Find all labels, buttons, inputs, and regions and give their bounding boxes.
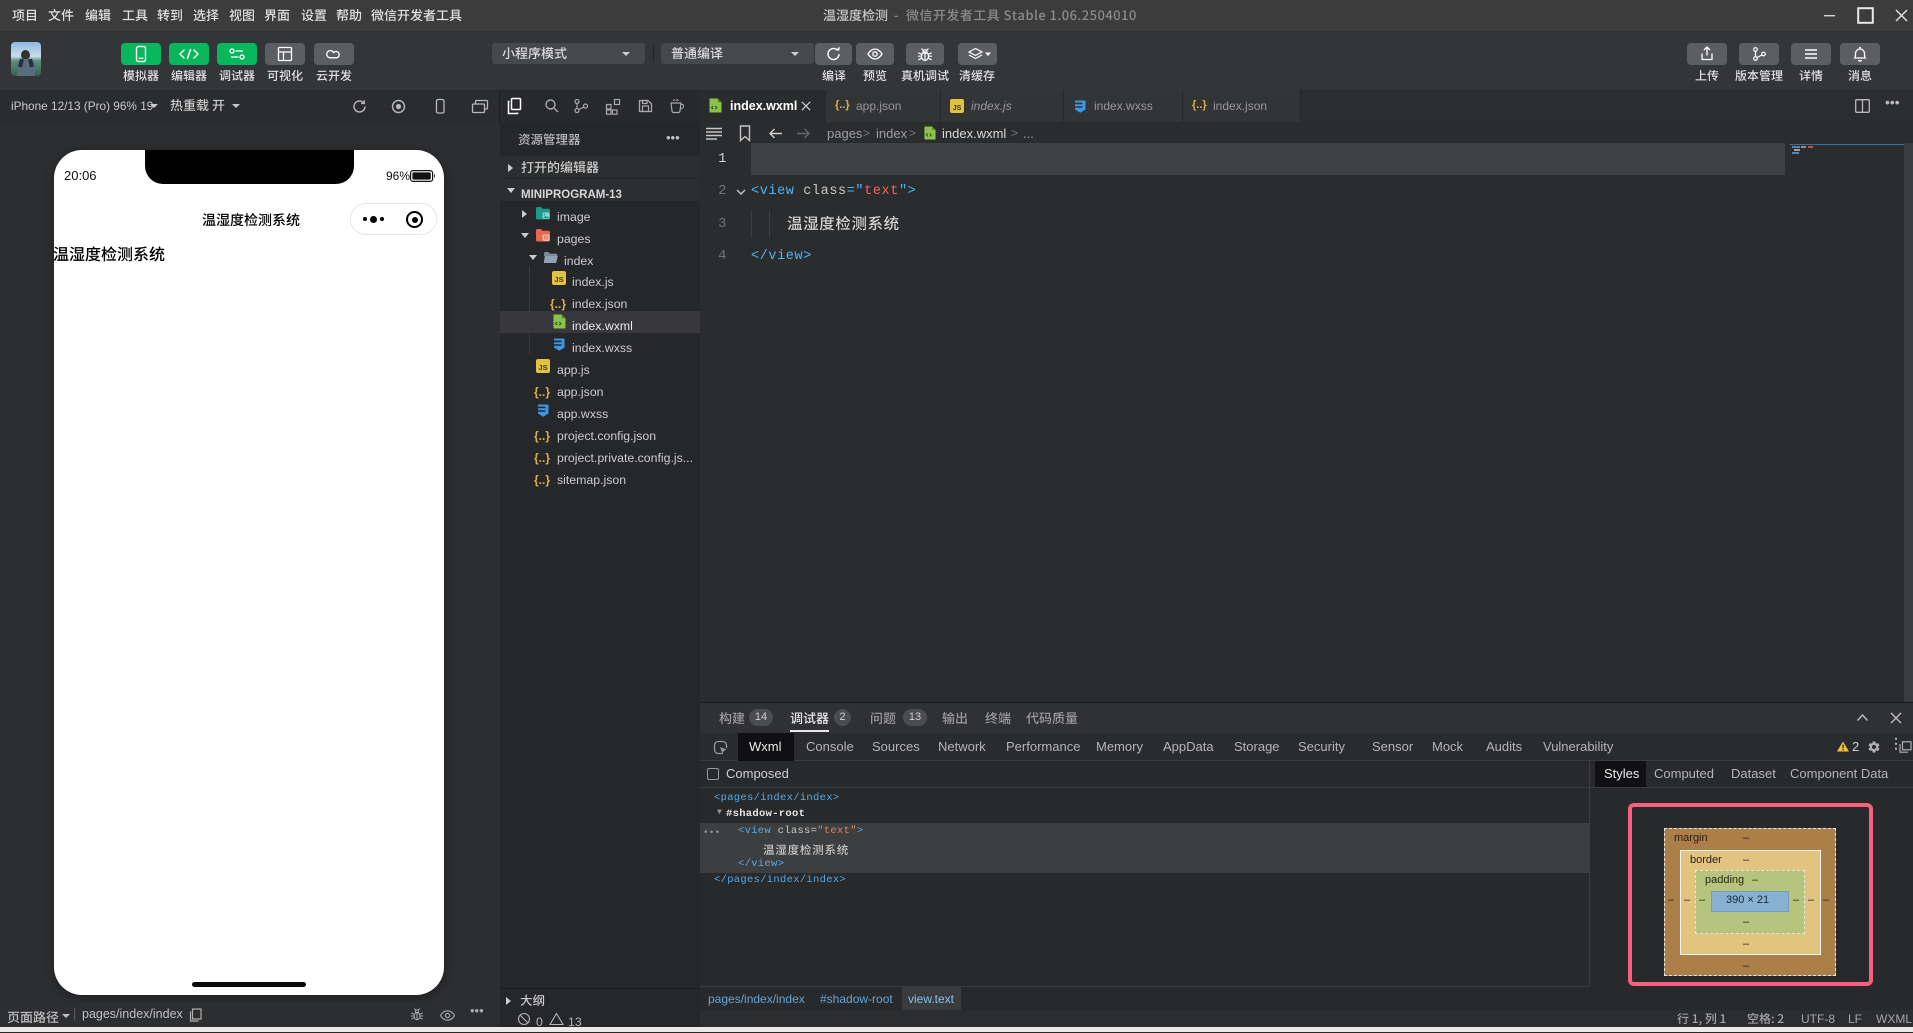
svg-text:JS: JS	[538, 363, 547, 372]
svg-text:JS: JS	[554, 275, 563, 284]
svg-text:JS: JS	[953, 105, 962, 112]
